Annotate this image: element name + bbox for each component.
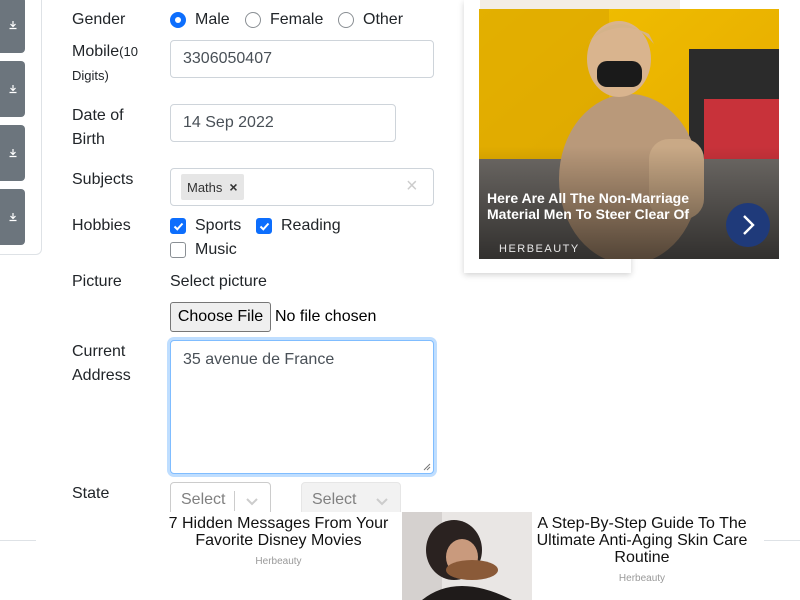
dob-label-line2: Birth bbox=[72, 131, 105, 148]
dob-label: Date of Birth bbox=[72, 104, 124, 152]
checkbox-indicator[interactable] bbox=[170, 218, 186, 234]
file-status: No file chosen bbox=[275, 308, 377, 325]
gender-radio-female[interactable]: Female bbox=[245, 8, 323, 32]
radio-indicator[interactable] bbox=[170, 12, 186, 28]
ad-next-button[interactable] bbox=[726, 203, 770, 247]
subject-chip: Maths × bbox=[181, 174, 245, 200]
bottom-ad-right-title[interactable]: A Step-By-Step Guide To The Ultimate Ant… bbox=[535, 515, 749, 566]
radio-indicator[interactable] bbox=[245, 12, 261, 28]
chevron-right-icon bbox=[743, 215, 755, 235]
address-value: 35 avenue de France bbox=[183, 351, 335, 368]
mobile-input[interactable]: 3306050407 bbox=[170, 40, 434, 78]
mobile-label-text: Mobile bbox=[72, 43, 120, 60]
check-icon bbox=[173, 222, 184, 231]
ad-top-strip bbox=[480, 0, 680, 9]
gender-radio-other[interactable]: Other bbox=[338, 8, 403, 32]
radio-label: Other bbox=[363, 11, 404, 28]
checkbox-label: Reading bbox=[281, 217, 341, 234]
choose-file-button[interactable]: Choose File bbox=[170, 302, 271, 332]
address-label-line2: Address bbox=[72, 367, 131, 384]
check-icon bbox=[259, 222, 270, 231]
download-button[interactable] bbox=[0, 189, 25, 245]
download-icon bbox=[9, 21, 16, 30]
download-button[interactable] bbox=[0, 0, 25, 53]
mobile-hint-2: Digits) bbox=[72, 68, 109, 83]
gender-label: Gender bbox=[72, 11, 126, 28]
dob-input[interactable]: 14 Sep 2022 bbox=[170, 104, 396, 142]
mobile-value: 3306050407 bbox=[183, 50, 272, 67]
bottom-ad-right-source: Herbeauty bbox=[618, 573, 666, 584]
hobby-checkbox-music[interactable]: Music bbox=[170, 238, 237, 262]
download-icon bbox=[9, 85, 16, 94]
bottom-ad-left-title[interactable]: 7 Hidden Messages From Your Favorite Dis… bbox=[165, 515, 392, 549]
dob-value: 14 Sep 2022 bbox=[183, 114, 274, 131]
mobile-label: Mobile(10 Digits) bbox=[72, 40, 138, 88]
subject-chip-label: Maths bbox=[187, 179, 223, 195]
current-address-textarea[interactable]: 35 avenue de France bbox=[170, 340, 434, 474]
hobby-checkbox-sports[interactable]: Sports bbox=[170, 214, 241, 238]
checkbox-indicator[interactable] bbox=[256, 218, 272, 234]
download-button[interactable] bbox=[0, 125, 25, 181]
radio-indicator[interactable] bbox=[338, 12, 354, 28]
hobbies-label: Hobbies bbox=[72, 217, 131, 234]
resize-grip-icon[interactable] bbox=[423, 463, 431, 471]
bottom-ad-left-source: Herbeauty bbox=[255, 556, 302, 567]
picture-label: Picture bbox=[72, 273, 122, 290]
radio-label: Male bbox=[195, 11, 230, 28]
dob-label-line1: Date of bbox=[72, 107, 124, 124]
subjects-label: Subjects bbox=[72, 171, 134, 188]
address-label-line1: Current bbox=[72, 343, 126, 360]
gender-radio-male[interactable]: Male bbox=[170, 8, 230, 32]
radio-label: Female bbox=[270, 11, 324, 28]
ad-brand: HERBEAUTY bbox=[499, 243, 580, 255]
download-button[interactable] bbox=[0, 61, 25, 117]
bottom-ad-image[interactable] bbox=[402, 512, 532, 600]
hobby-checkbox-reading[interactable]: Reading bbox=[256, 214, 341, 238]
clear-icon[interactable]: × bbox=[406, 176, 418, 196]
download-icon bbox=[9, 213, 16, 222]
checkbox-indicator[interactable] bbox=[170, 242, 186, 258]
ad-headline[interactable]: Here Are All The Non-Marriage Material M… bbox=[487, 190, 717, 222]
checkbox-label: Music bbox=[195, 241, 237, 258]
download-icon bbox=[9, 149, 16, 158]
address-label: Current Address bbox=[72, 340, 131, 388]
state-label: State bbox=[72, 485, 110, 502]
mobile-hint: (10 bbox=[119, 44, 138, 59]
picture-caption: Select picture bbox=[170, 273, 267, 290]
checkbox-label: Sports bbox=[195, 217, 242, 234]
chip-remove-icon[interactable]: × bbox=[222, 179, 244, 195]
